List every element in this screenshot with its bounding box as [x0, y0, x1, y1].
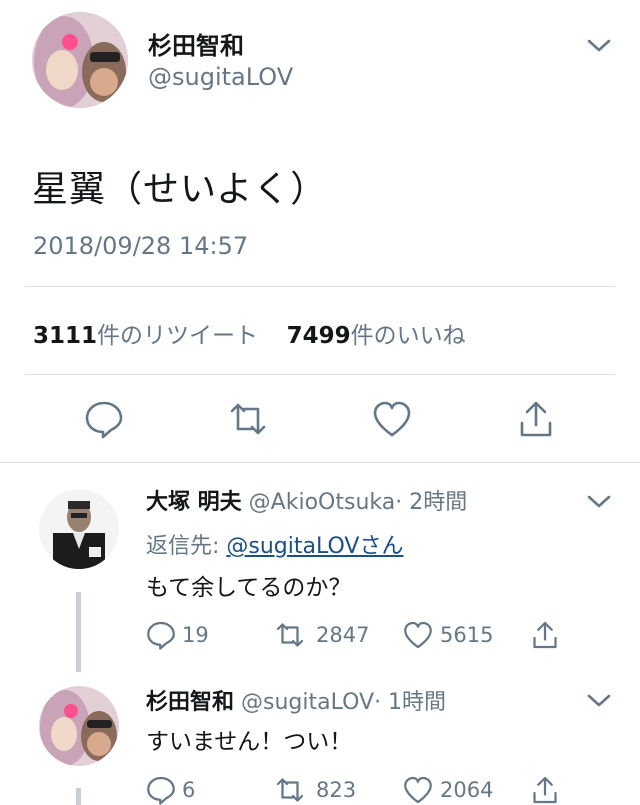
reply-avatar[interactable] [39, 489, 119, 569]
reply-action[interactable]: 19 [146, 620, 209, 650]
handle[interactable]: @sugitaLOV [148, 63, 293, 91]
like-count: 7499 [286, 323, 351, 349]
retweet-count: 2847 [316, 623, 370, 647]
reply-to-prefix: 返信先: [146, 534, 227, 559]
reply-count: 6 [182, 778, 196, 802]
reply-header: 杉田智和 @sugitaLOV· 1時間 [146, 684, 446, 716]
share-icon[interactable] [530, 775, 566, 805]
tweet-stats: 3111件のリツイート 7499件のいいね [33, 316, 466, 350]
chevron-down-icon[interactable] [586, 494, 612, 510]
display-name[interactable]: 杉田智和 [148, 26, 244, 61]
retweet-icon[interactable] [226, 399, 266, 439]
reply-time[interactable]: · 2時間 [395, 490, 467, 515]
avatar[interactable] [32, 12, 128, 108]
like-count: 2064 [440, 778, 494, 802]
like-label: 件のいいね [350, 323, 466, 349]
retweet-count: 823 [316, 778, 357, 802]
reply-to: 返信先: @sugitaLOVさん [146, 528, 403, 560]
thread-line [76, 788, 81, 805]
heart-icon[interactable] [372, 399, 412, 439]
reply-icon[interactable] [84, 399, 124, 439]
retweet-label: 件のリツイート [97, 323, 259, 349]
divider [25, 374, 615, 375]
divider [25, 286, 615, 287]
timestamp[interactable]: 2018/09/28 14:57 [33, 232, 248, 260]
like-count: 5615 [440, 623, 494, 647]
like-stat[interactable]: 7499件のいいね [287, 323, 466, 349]
section-divider [0, 462, 640, 463]
reply-handle[interactable]: @AkioOtsuka [249, 490, 396, 515]
chevron-down-icon[interactable] [586, 693, 612, 709]
thread-line [76, 592, 81, 672]
like-action[interactable]: 5615 [402, 620, 493, 650]
share-icon[interactable] [516, 399, 556, 439]
chevron-down-icon[interactable] [586, 38, 612, 54]
reply-count: 19 [182, 623, 209, 647]
reply-avatar[interactable] [39, 686, 119, 766]
reply-display-name[interactable]: 杉田智和 [146, 690, 234, 715]
tweet-text: 星翼（せいよく） [32, 169, 328, 210]
like-action[interactable]: 2064 [402, 775, 493, 805]
reply-to-link[interactable]: @sugitaLOVさん [226, 534, 403, 559]
retweet-count: 3111 [33, 323, 98, 349]
reply-handle[interactable]: @sugitaLOV [241, 690, 374, 715]
reply-display-name[interactable]: 大塚 明夫 [146, 490, 242, 515]
reply-time[interactable]: · 1時間 [374, 690, 446, 715]
reply-text: もて余してるのか？ [146, 575, 352, 601]
retweet-stat[interactable]: 3111件のリツイート [33, 323, 258, 349]
retweet-action[interactable]: 2847 [270, 620, 369, 650]
reply-action[interactable]: 6 [146, 775, 195, 805]
reply-text: すいません！つい！ [146, 729, 353, 755]
share-icon[interactable] [530, 620, 566, 650]
reply-header: 大塚 明夫 @AkioOtsuka· 2時間 [146, 484, 467, 516]
retweet-action[interactable]: 823 [270, 775, 356, 805]
